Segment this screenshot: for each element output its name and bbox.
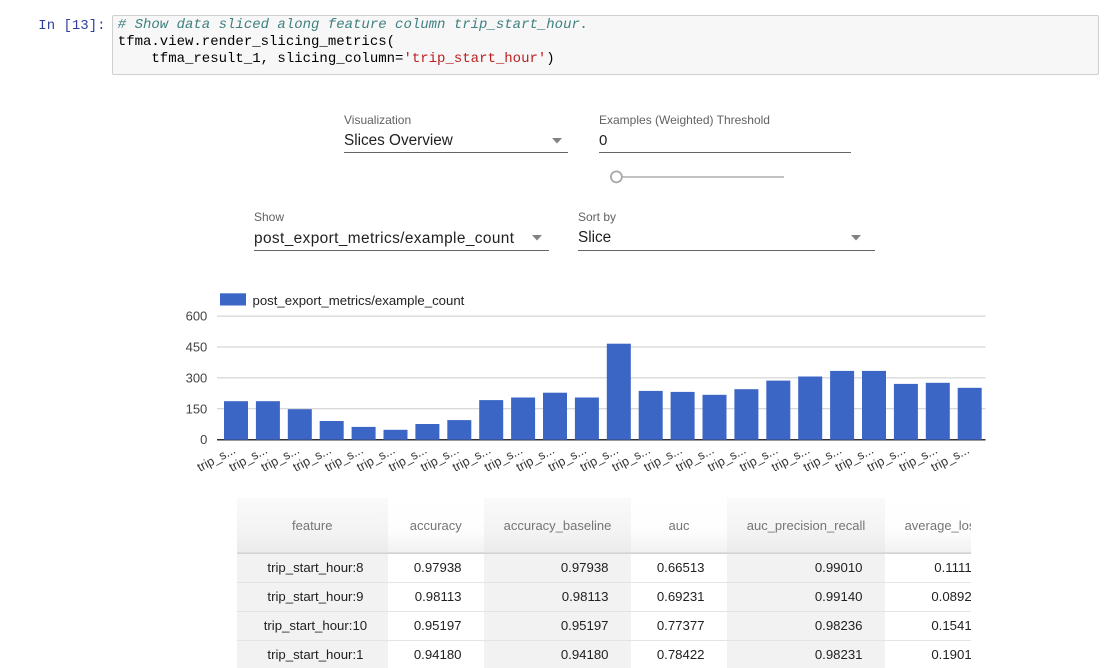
svg-text:post_export_metrics/example_co: post_export_metrics/example_count — [253, 293, 465, 308]
svg-text:300: 300 — [186, 370, 208, 385]
svg-text:450: 450 — [186, 340, 208, 355]
svg-text:0: 0 — [200, 432, 207, 447]
svg-text:600: 600 — [186, 309, 208, 324]
svg-text:150: 150 — [186, 401, 208, 416]
